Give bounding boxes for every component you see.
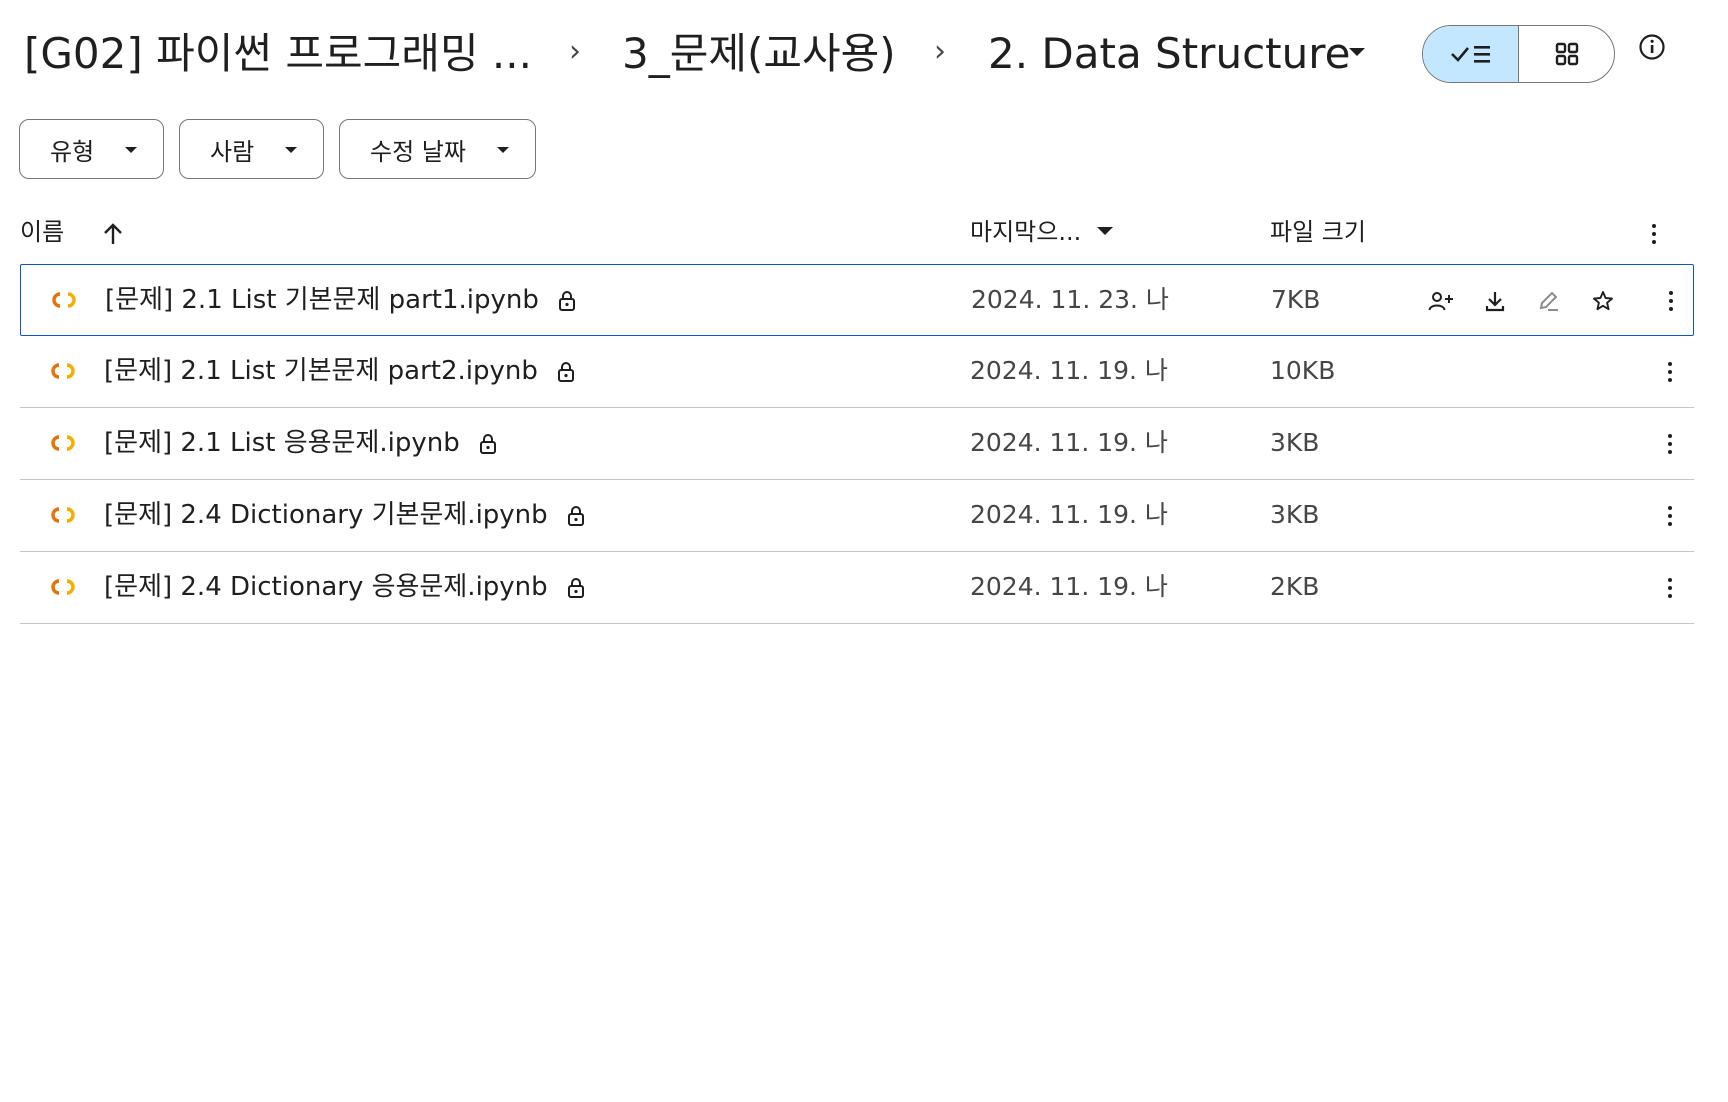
lock-icon xyxy=(567,577,584,598)
file-name: [문제] 2.4 Dictionary 기본문제.ipynb xyxy=(104,498,586,532)
file-name: [문제] 2.1 List 응용문제.ipynb xyxy=(104,426,498,460)
file-name: [문제] 2.4 Dictionary 응용문제.ipynb xyxy=(104,570,586,604)
column-size-header[interactable]: 파일 크기 xyxy=(1270,216,1366,248)
file-modified-date: 2024. 11. 19. 나 xyxy=(970,428,1168,457)
more-vert-icon[interactable] xyxy=(1652,498,1688,534)
breadcrumb-current[interactable]: 2. Data Structure xyxy=(988,26,1350,82)
check-list-icon xyxy=(1450,46,1490,63)
file-row[interactable]: [문제] 2.1 List 응용문제.ipynb 2024. 11. 19. 나… xyxy=(20,408,1694,480)
file-size: 10KB xyxy=(1270,356,1336,385)
info-icon xyxy=(1639,34,1665,60)
file-name-text: [문제] 2.4 Dictionary 기본문제.ipynb xyxy=(104,500,548,530)
file-name: [문제] 2.1 List 기본문제 part2.ipynb xyxy=(104,354,576,388)
file-row[interactable]: [문제] 2.1 List 기본문제 part2.ipynb 2024. 11.… xyxy=(20,336,1694,408)
colab-icon xyxy=(51,363,75,379)
lock-icon xyxy=(558,361,575,382)
file-modified-date: 2024. 11. 19. 나 xyxy=(970,500,1168,529)
drive-folder-view: [G02] 파이썬 프로그래밍 ... › 3_문제(교사용) › 2. Dat… xyxy=(0,0,1728,1102)
colab-icon xyxy=(51,507,75,523)
file-name-text: [문제] 2.1 List 기본문제 part1.ipynb xyxy=(105,285,539,315)
chevron-down-icon[interactable] xyxy=(1097,227,1113,235)
file-row[interactable]: [문제] 2.4 Dictionary 응용문제.ipynb 2024. 11.… xyxy=(20,552,1694,624)
file-name: [문제] 2.1 List 기본문제 part1.ipynb xyxy=(105,283,577,317)
info-button[interactable] xyxy=(1637,32,1667,62)
file-size: 3KB xyxy=(1270,500,1320,529)
grid-icon xyxy=(1555,42,1578,66)
file-list: [문제] 2.1 List 기본문제 part1.ipynb 2024. 11.… xyxy=(20,264,1694,624)
rename-icon[interactable] xyxy=(1529,281,1569,321)
share-icon[interactable] xyxy=(1421,281,1461,321)
more-vert-icon[interactable] xyxy=(1652,354,1688,390)
more-vert-icon[interactable] xyxy=(1653,283,1689,319)
chevron-down-icon xyxy=(285,147,297,153)
star-icon[interactable] xyxy=(1583,281,1623,321)
arrow-up-icon[interactable] xyxy=(102,222,124,246)
filter-people-chip[interactable]: 사람 xyxy=(179,119,324,179)
lock-icon xyxy=(567,505,584,526)
more-vert-icon[interactable] xyxy=(1652,426,1688,462)
column-modified-header[interactable]: 마지막으... xyxy=(970,216,1081,248)
breadcrumb: [G02] 파이썬 프로그래밍 ... › 3_문제(교사용) › 2. Dat… xyxy=(0,0,1728,110)
breadcrumb-root[interactable]: [G02] 파이썬 프로그래밍 ... xyxy=(24,26,532,82)
file-modified-date: 2024. 11. 23. 나 xyxy=(971,285,1169,314)
breadcrumb-separator: › xyxy=(569,34,581,69)
lock-icon xyxy=(559,290,576,311)
colab-icon xyxy=(51,579,75,595)
file-modified-date: 2024. 11. 19. 나 xyxy=(970,356,1168,385)
grid-view-button[interactable] xyxy=(1519,26,1614,82)
lock-icon xyxy=(480,433,497,454)
list-view-button[interactable] xyxy=(1423,26,1519,82)
column-name-header[interactable]: 이름 xyxy=(20,216,64,248)
more-vert-icon[interactable] xyxy=(1636,216,1672,252)
chevron-down-icon xyxy=(497,147,509,153)
file-row[interactable]: [문제] 2.1 List 기본문제 part1.ipynb 2024. 11.… xyxy=(20,264,1694,336)
view-toggle xyxy=(1422,25,1615,83)
chevron-down-icon[interactable] xyxy=(1349,48,1365,56)
more-vert-icon[interactable] xyxy=(1652,570,1688,606)
file-name-text: [문제] 2.4 Dictionary 응용문제.ipynb xyxy=(104,572,548,602)
colab-icon xyxy=(52,292,76,308)
file-size: 7KB xyxy=(1271,285,1321,314)
file-row[interactable]: [문제] 2.4 Dictionary 기본문제.ipynb 2024. 11.… xyxy=(20,480,1694,552)
filter-modified-chip[interactable]: 수정 날짜 xyxy=(339,119,536,179)
breadcrumb-separator: › xyxy=(934,34,946,69)
file-size: 2KB xyxy=(1270,572,1320,601)
filter-people-label: 사람 xyxy=(210,137,255,166)
filter-type-label: 유형 xyxy=(50,137,95,166)
colab-icon xyxy=(51,435,75,451)
chevron-down-icon xyxy=(125,147,137,153)
file-size: 3KB xyxy=(1270,428,1320,457)
filter-modified-label: 수정 날짜 xyxy=(370,137,466,166)
file-modified-date: 2024. 11. 19. 나 xyxy=(970,572,1168,601)
file-name-text: [문제] 2.1 List 응용문제.ipynb xyxy=(104,428,460,458)
breadcrumb-middle[interactable]: 3_문제(교사용) xyxy=(622,26,896,82)
download-icon[interactable] xyxy=(1475,281,1515,321)
file-name-text: [문제] 2.1 List 기본문제 part2.ipynb xyxy=(104,356,538,386)
filter-type-chip[interactable]: 유형 xyxy=(19,119,164,179)
